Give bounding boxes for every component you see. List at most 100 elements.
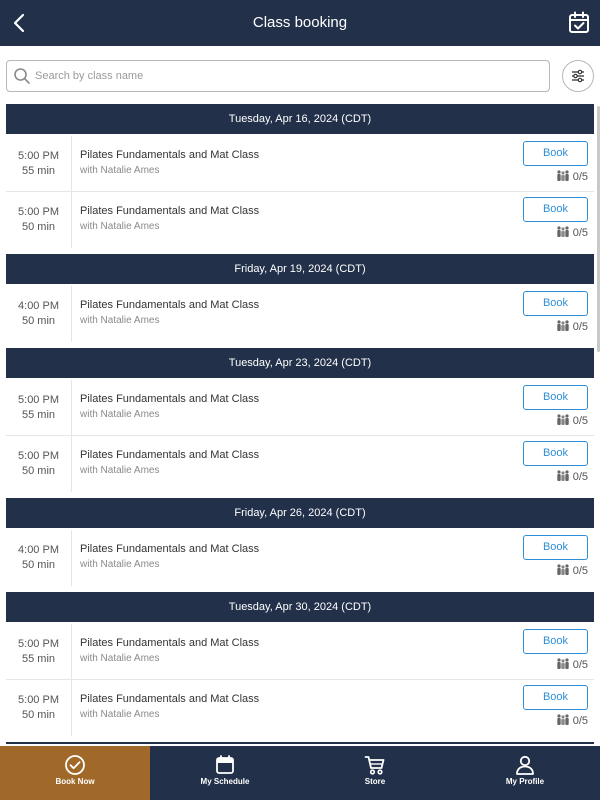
day-header: Friday, Apr 26, 2024 (CDT)	[6, 498, 594, 528]
capacity-count: 0/5	[572, 715, 588, 727]
day-header: Friday, Apr 19, 2024 (CDT)	[6, 254, 594, 284]
day-group: Friday, Apr 19, 2024 (CDT) 4:00 PM 50 mi…	[6, 254, 594, 342]
class-duration: 50 min	[21, 709, 56, 721]
book-button[interactable]: Book	[523, 291, 588, 316]
class-name: Pilates Fundamentals and Mat Class	[80, 149, 260, 161]
capacity: 0/5	[556, 657, 588, 673]
book-button[interactable]: Book	[523, 141, 588, 166]
class-row[interactable]: 4:00 PM 50 min Pilates Fundamentals and …	[6, 286, 594, 342]
class-time: 5:00 PM	[18, 450, 59, 462]
capacity: 0/5	[556, 169, 588, 185]
time-column: 5:00 PM 55 min	[6, 624, 72, 680]
people-icon	[557, 470, 569, 482]
filter-button[interactable]	[562, 60, 594, 92]
tab-label: Book Now	[55, 777, 95, 786]
search-input[interactable]	[35, 62, 545, 90]
book-button[interactable]: Book	[523, 629, 588, 654]
time-column: 5:00 PM 55 min	[6, 136, 72, 192]
book-button[interactable]: Book	[523, 685, 588, 710]
class-duration: 50 min	[21, 221, 56, 233]
class-time: 4:00 PM	[18, 544, 59, 556]
class-instructor: with Natalie Ames	[80, 409, 160, 420]
time-column: 4:00 PM 50 min	[6, 530, 72, 586]
search-box[interactable]	[6, 60, 550, 92]
app-header: Class booking	[0, 0, 600, 46]
capacity: 0/5	[556, 469, 588, 485]
bottom-tab-bar: Book Now My Schedule Store My Profile	[0, 746, 600, 800]
calendar-button[interactable]	[566, 10, 592, 36]
class-duration: 55 min	[21, 653, 56, 665]
book-button[interactable]: Book	[523, 535, 588, 560]
class-time: 5:00 PM	[18, 206, 59, 218]
capacity-count: 0/5	[572, 227, 588, 239]
time-column: 4:00 PM 50 min	[6, 286, 72, 342]
capacity-count: 0/5	[572, 321, 588, 333]
tab-my-schedule[interactable]: My Schedule	[150, 746, 300, 800]
people-icon	[557, 320, 569, 332]
class-row[interactable]: 5:00 PM 50 min Pilates Fundamentals and …	[6, 436, 594, 492]
day-header: Tuesday, Apr 16, 2024 (CDT)	[6, 104, 594, 134]
tab-label: My Schedule	[200, 777, 250, 786]
class-instructor: with Natalie Ames	[80, 465, 160, 476]
class-row[interactable]: 5:00 PM 50 min Pilates Fundamentals and …	[6, 680, 594, 736]
class-time: 4:00 PM	[18, 300, 59, 312]
tab-label: My Profile	[505, 777, 545, 786]
day-group: Tuesday, Apr 23, 2024 (CDT) 5:00 PM 55 m…	[6, 348, 594, 492]
class-duration: 50 min	[21, 315, 56, 327]
class-name: Pilates Fundamentals and Mat Class	[80, 393, 260, 405]
people-icon	[557, 414, 569, 426]
class-row[interactable]: 5:00 PM 55 min Pilates Fundamentals and …	[6, 624, 594, 680]
class-name: Pilates Fundamentals and Mat Class	[80, 693, 260, 705]
class-time: 5:00 PM	[18, 638, 59, 650]
book-button[interactable]: Book	[523, 197, 588, 222]
class-row[interactable]: 5:00 PM 55 min Pilates Fundamentals and …	[6, 380, 594, 436]
calendar-check-icon	[569, 11, 589, 33]
class-list: Tuesday, Apr 16, 2024 (CDT) 5:00 PM 55 m…	[6, 104, 594, 744]
tab-my-profile[interactable]: My Profile	[450, 746, 600, 800]
class-name: Pilates Fundamentals and Mat Class	[80, 543, 260, 555]
class-name: Pilates Fundamentals and Mat Class	[80, 637, 260, 649]
people-icon	[557, 226, 569, 238]
class-time: 5:00 PM	[18, 150, 59, 162]
book-button[interactable]: Book	[523, 441, 588, 466]
day-header: Tuesday, Apr 23, 2024 (CDT)	[6, 348, 594, 378]
book-button[interactable]: Book	[523, 385, 588, 410]
day-group: Tuesday, Apr 16, 2024 (CDT) 5:00 PM 55 m…	[6, 104, 594, 248]
user-icon	[516, 755, 534, 775]
class-time: 5:00 PM	[18, 694, 59, 706]
class-instructor: with Natalie Ames	[80, 653, 160, 664]
class-instructor: with Natalie Ames	[80, 221, 160, 232]
class-row[interactable]: 4:00 PM 50 min Pilates Fundamentals and …	[6, 530, 594, 586]
tab-book-now[interactable]: Book Now	[0, 746, 150, 800]
capacity: 0/5	[556, 225, 588, 241]
people-icon	[557, 564, 569, 576]
capacity-count: 0/5	[572, 415, 588, 427]
class-duration: 50 min	[21, 559, 56, 571]
capacity: 0/5	[556, 713, 588, 729]
class-name: Pilates Fundamentals and Mat Class	[80, 205, 260, 217]
search-icon	[14, 68, 30, 84]
class-duration: 55 min	[21, 165, 56, 177]
class-instructor: with Natalie Ames	[80, 315, 160, 326]
calendar-icon	[216, 755, 234, 774]
class-duration: 55 min	[21, 409, 56, 421]
day-group: Tuesday, Apr 30, 2024 (CDT) 5:00 PM 55 m…	[6, 592, 594, 736]
class-row[interactable]: 5:00 PM 50 min Pilates Fundamentals and …	[6, 192, 594, 248]
tab-store[interactable]: Store	[300, 746, 450, 800]
people-icon	[557, 714, 569, 726]
day-group: Friday, Apr 26, 2024 (CDT) 4:00 PM 50 mi…	[6, 498, 594, 586]
capacity: 0/5	[556, 413, 588, 429]
time-column: 5:00 PM 50 min	[6, 436, 72, 492]
class-instructor: with Natalie Ames	[80, 709, 160, 720]
capacity-count: 0/5	[572, 471, 588, 483]
class-row[interactable]: 5:00 PM 55 min Pilates Fundamentals and …	[6, 136, 594, 192]
capacity-count: 0/5	[572, 565, 588, 577]
class-time: 5:00 PM	[18, 394, 59, 406]
capacity-count: 0/5	[572, 171, 588, 183]
class-instructor: with Natalie Ames	[80, 559, 160, 570]
capacity-count: 0/5	[572, 659, 588, 671]
class-instructor: with Natalie Ames	[80, 165, 160, 176]
page-title: Class booking	[252, 14, 348, 31]
time-column: 5:00 PM 50 min	[6, 680, 72, 736]
tab-label: Store	[364, 777, 386, 786]
